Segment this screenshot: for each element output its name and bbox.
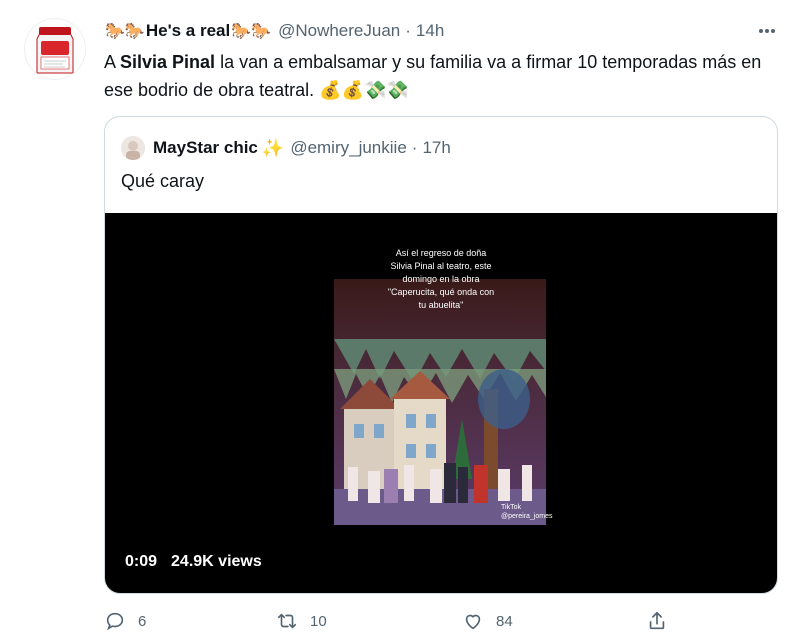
user-handle[interactable]: @NowhereJuan xyxy=(278,21,400,41)
quote-avatar[interactable] xyxy=(121,136,145,160)
like-count: 84 xyxy=(496,612,513,630)
timestamp[interactable]: 14h xyxy=(416,21,444,41)
separator-dot: · xyxy=(411,138,418,157)
caption-line: Silvia Pinal al teatro, este xyxy=(390,261,492,271)
tiktok-user: @pereira_jomes xyxy=(501,513,553,520)
video-timestamp: 0:09 xyxy=(125,553,158,570)
quote-header: MayStar chic ✨ @emiry_junkiie · 17h xyxy=(121,135,451,161)
caption-line: "Caperucita, qué onda con xyxy=(387,287,495,297)
tweet: 🐎🐎 He's a real 🐎🐎 @NowhereJuan · 14h A S… xyxy=(0,0,800,641)
quote-text: Qué caray xyxy=(121,171,205,191)
video-stats: 0:09 24.9K views xyxy=(125,553,262,571)
reply-count: 6 xyxy=(138,612,147,630)
display-name[interactable]: He's a real xyxy=(146,21,230,41)
separator-dot: · xyxy=(405,21,411,40)
milk-carton-avatar-icon xyxy=(25,19,85,79)
quote-handle[interactable]: @emiry_junkiie xyxy=(290,138,406,158)
video-frame xyxy=(334,279,546,525)
quote-tweet[interactable]: MayStar chic ✨ @emiry_junkiie · 17h Qué … xyxy=(104,116,778,594)
theater-scene-image xyxy=(334,279,546,525)
heart-icon xyxy=(465,614,481,630)
caption-line: Así el regreso de doña xyxy=(395,248,487,258)
retweet-button[interactable]: 10 xyxy=(276,610,327,632)
horse-emoji: 🐎🐎 xyxy=(231,23,272,40)
reply-button[interactable]: 6 xyxy=(104,610,146,632)
tweet-text-before: A xyxy=(104,52,121,72)
tweet-text-bold: Silvia Pinal xyxy=(120,52,216,72)
quote-display-name[interactable]: MayStar chic xyxy=(153,138,258,158)
tweet-text: A Silvia Pinal la van a embalsamar y su … xyxy=(104,48,764,104)
sparkle-icon: ✨ xyxy=(261,137,285,158)
quote-avatar-icon xyxy=(121,136,145,160)
reply-icon xyxy=(106,612,124,631)
share-icon xyxy=(649,611,665,630)
tweet-header: 🐎🐎 He's a real 🐎🐎 @NowhereJuan · 14h xyxy=(104,18,444,44)
avatar[interactable] xyxy=(24,18,86,80)
retweet-icon xyxy=(277,613,297,629)
caption-line: tu abuelita" xyxy=(418,300,464,310)
tiktok-label: TikTok xyxy=(501,504,521,511)
horse-emoji: 🐎🐎 xyxy=(105,23,145,40)
video-player[interactable]: Así el regreso de doña Silvia Pinal al t… xyxy=(105,213,777,593)
video-caption: Así el regreso de doña Silvia Pinal al t… xyxy=(105,247,777,312)
quote-timestamp[interactable]: 17h xyxy=(422,138,450,158)
tiktok-watermark: TikTok @pereira_jomes xyxy=(501,503,552,521)
video-views: 24.9K views xyxy=(171,553,262,570)
retweet-count: 10 xyxy=(310,612,327,630)
like-button[interactable]: 84 xyxy=(462,610,513,632)
caption-line: domingo en la obra xyxy=(402,274,480,284)
share-button[interactable] xyxy=(646,610,668,632)
more-options-icon[interactable] xyxy=(752,16,782,46)
